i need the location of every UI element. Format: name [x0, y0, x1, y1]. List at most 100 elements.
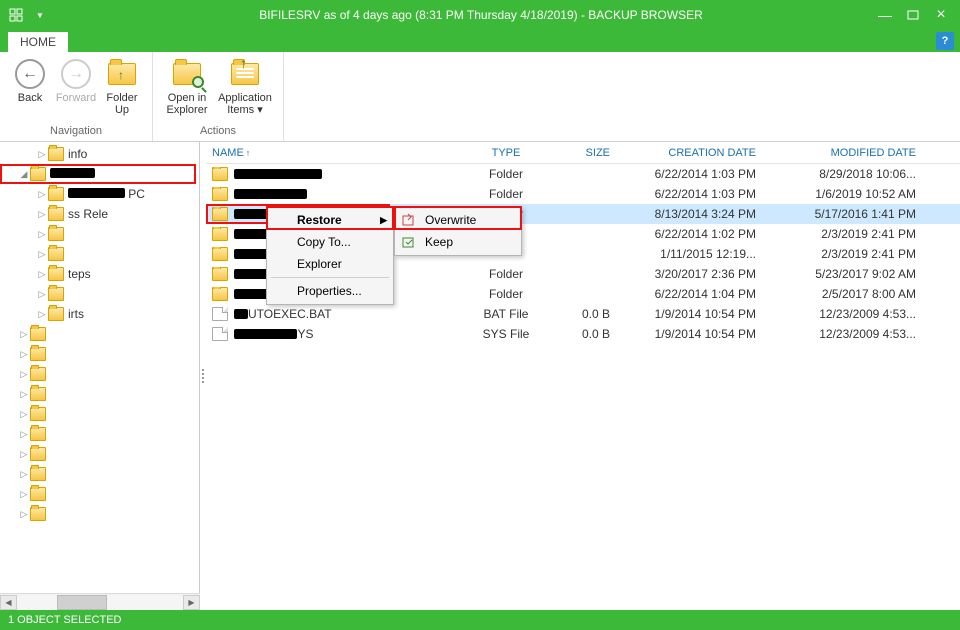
- column-name[interactable]: NAME↑: [206, 147, 456, 159]
- cell-type: Folder: [456, 187, 556, 201]
- expand-arrow-icon[interactable]: ▷: [18, 469, 30, 480]
- statusbar: 1 OBJECT SELECTED: [0, 610, 960, 630]
- tab-home[interactable]: HOME: [8, 32, 68, 52]
- expand-arrow-icon[interactable]: ◢: [18, 169, 30, 180]
- qat-dropdown-icon[interactable]: ▼: [30, 5, 50, 25]
- submenu-keep[interactable]: Keep: [395, 231, 521, 253]
- tree-item[interactable]: ▷ PC: [0, 184, 199, 204]
- folder-icon: [30, 407, 46, 421]
- tree-item[interactable]: ▷: [0, 444, 199, 464]
- keep-icon: [401, 234, 417, 250]
- expand-arrow-icon[interactable]: ▷: [18, 489, 30, 500]
- submenu-arrow-icon: ▶: [380, 215, 387, 226]
- tree-item[interactable]: ▷: [0, 504, 199, 524]
- folder-up-button[interactable]: ↑ Folder Up: [100, 56, 144, 125]
- expand-arrow-icon[interactable]: ▷: [18, 409, 30, 420]
- tree-item[interactable]: ▷ss Rele: [0, 204, 199, 224]
- expand-arrow-icon[interactable]: ▷: [18, 389, 30, 400]
- tree-item[interactable]: ▷: [0, 364, 199, 384]
- folder-icon: [30, 487, 46, 501]
- scroll-left-button[interactable]: ◀: [0, 595, 17, 610]
- menu-restore[interactable]: Restore ▶: [267, 209, 393, 231]
- help-button[interactable]: ?: [936, 32, 954, 50]
- cell-type: BAT File: [456, 307, 556, 321]
- minimize-button[interactable]: —: [872, 5, 898, 25]
- tree-item[interactable]: ▷: [0, 244, 199, 264]
- tree-item[interactable]: ▷: [0, 404, 199, 424]
- tree-item[interactable]: ▷: [0, 484, 199, 504]
- submenu-overwrite[interactable]: Overwrite: [395, 209, 521, 231]
- scroll-right-button[interactable]: ▶: [183, 595, 200, 610]
- tree-item[interactable]: ▷: [0, 344, 199, 364]
- folder-tree[interactable]: ▷info◢ ▷ PC▷ss Rele▷▷▷teps▷▷irts▷▷▷▷▷▷▷▷…: [0, 142, 200, 610]
- forward-button[interactable]: → Forward: [54, 56, 98, 125]
- menu-explorer[interactable]: Explorer: [267, 253, 393, 275]
- column-creation-date[interactable]: CREATION DATE: [616, 147, 776, 159]
- expand-arrow-icon[interactable]: ▷: [18, 329, 30, 340]
- tree-item[interactable]: ◢: [0, 164, 199, 184]
- column-modified-date[interactable]: MODIFIED DATE: [776, 147, 926, 159]
- expand-arrow-icon[interactable]: ▷: [18, 449, 30, 460]
- close-button[interactable]: ×: [928, 5, 954, 25]
- tree-item-label: teps: [68, 267, 91, 281]
- status-text: 1 OBJECT SELECTED: [8, 614, 122, 626]
- cell-type: Folder: [456, 167, 556, 181]
- expand-arrow-icon[interactable]: ▷: [18, 369, 30, 380]
- ribbon-group-actions: Open in Explorer ↑ Application Items ▾ A…: [153, 52, 284, 141]
- folder-icon: [48, 267, 64, 281]
- list-row[interactable]: YSSYS File0.0 B1/9/2014 10:54 PM12/23/20…: [206, 324, 960, 344]
- tree-item[interactable]: ▷: [0, 384, 199, 404]
- folder-icon: [30, 447, 46, 461]
- cell-size: 0.0 B: [556, 327, 616, 341]
- overwrite-icon: [401, 212, 417, 228]
- tree-item[interactable]: ▷ teps: [0, 264, 199, 284]
- expand-arrow-icon[interactable]: ▷: [18, 429, 30, 440]
- list-row[interactable]: Folder6/22/2014 1:03 PM8/29/2018 10:06..…: [206, 164, 960, 184]
- expand-arrow-icon[interactable]: ▷: [18, 349, 30, 360]
- list-row[interactable]: Folder6/22/2014 1:03 PM1/6/2019 10:52 AM: [206, 184, 960, 204]
- expand-arrow-icon[interactable]: ▷: [36, 269, 48, 280]
- back-button[interactable]: ← Back: [8, 56, 52, 125]
- context-menu: Restore ▶ Copy To... Explorer Properties…: [266, 206, 394, 305]
- expand-arrow-icon[interactable]: ▷: [36, 209, 48, 220]
- expand-arrow-icon[interactable]: ▷: [36, 229, 48, 240]
- list-row[interactable]: UTOEXEC.BATBAT File0.0 B1/9/2014 10:54 P…: [206, 304, 960, 324]
- maximize-button[interactable]: [900, 5, 926, 25]
- tree-scrollbar-horizontal[interactable]: ◀ ▶: [0, 593, 200, 610]
- folder-icon: [212, 167, 228, 181]
- file-list[interactable]: NAME↑ TYPE SIZE CREATION DATE MODIFIED D…: [206, 142, 960, 610]
- expand-arrow-icon[interactable]: ▷: [36, 289, 48, 300]
- expand-arrow-icon[interactable]: ▷: [36, 149, 48, 160]
- tree-item[interactable]: ▷: [0, 464, 199, 484]
- column-size[interactable]: SIZE: [556, 147, 616, 159]
- tree-item[interactable]: ▷: [0, 284, 199, 304]
- tree-item-label: [50, 167, 95, 181]
- scroll-track[interactable]: [17, 595, 183, 610]
- column-type[interactable]: TYPE: [456, 147, 556, 159]
- cell-modified-date: 8/29/2018 10:06...: [776, 167, 926, 181]
- menu-copy-to[interactable]: Copy To...: [267, 231, 393, 253]
- tree-item[interactable]: ▷info: [0, 144, 199, 164]
- ribbon-group-nav-label: Navigation: [8, 125, 144, 139]
- expand-arrow-icon[interactable]: ▷: [36, 249, 48, 260]
- expand-arrow-icon[interactable]: ▷: [36, 189, 48, 200]
- tree-item[interactable]: ▷: [0, 324, 199, 344]
- expand-arrow-icon[interactable]: ▷: [36, 309, 48, 320]
- ribbon-group-navigation: ← Back → Forward ↑ Folder Up Navigation: [0, 52, 153, 141]
- tree-item[interactable]: ▷irts: [0, 304, 199, 324]
- open-in-explorer-label: Open in Explorer: [167, 92, 208, 116]
- application-items-button[interactable]: ↑ Application Items ▾: [215, 56, 275, 125]
- list-header: NAME↑ TYPE SIZE CREATION DATE MODIFIED D…: [206, 142, 960, 164]
- qat-icon[interactable]: [6, 5, 26, 25]
- tree-item-label: PC: [68, 187, 145, 201]
- menu-properties[interactable]: Properties...: [267, 280, 393, 302]
- ribbon-tabbar: HOME ?: [0, 30, 960, 52]
- tree-item[interactable]: ▷: [0, 224, 199, 244]
- open-in-explorer-button[interactable]: Open in Explorer: [161, 56, 213, 125]
- menu-separator: [271, 277, 389, 278]
- expand-arrow-icon[interactable]: ▷: [18, 509, 30, 520]
- cell-size: 0.0 B: [556, 307, 616, 321]
- tree-item[interactable]: ▷: [0, 424, 199, 444]
- content-area: ▷info◢ ▷ PC▷ss Rele▷▷▷teps▷▷irts▷▷▷▷▷▷▷▷…: [0, 142, 960, 610]
- scroll-thumb[interactable]: [57, 595, 107, 610]
